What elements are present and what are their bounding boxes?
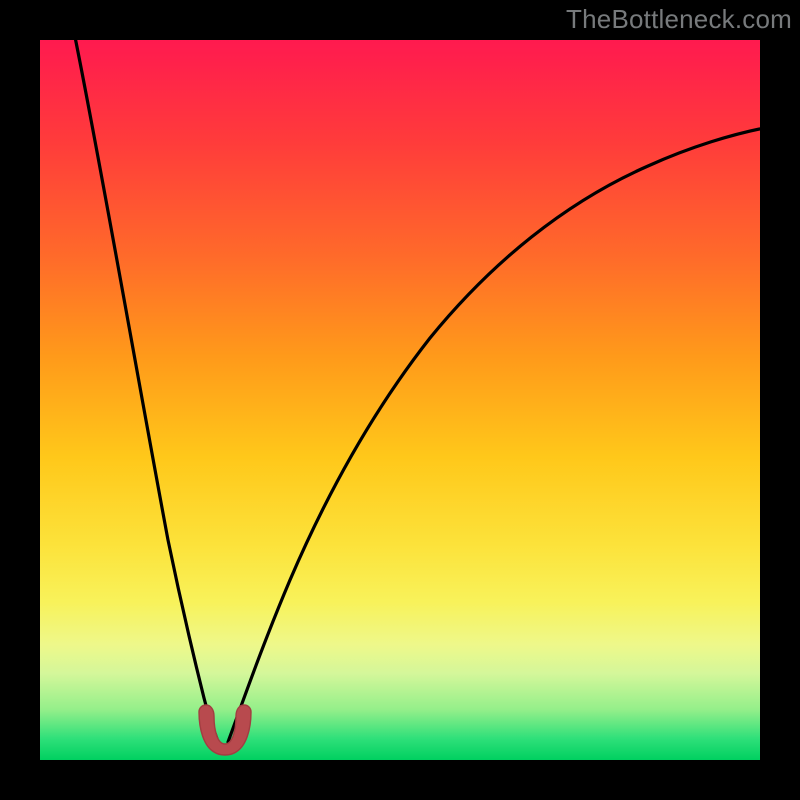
chart-frame: TheBottleneck.com	[0, 0, 800, 800]
curve-left-branch	[74, 32, 218, 742]
minimum-lobe	[199, 705, 251, 755]
watermark-text: TheBottleneck.com	[566, 4, 792, 35]
curve-right-branch	[228, 128, 764, 742]
curve-layer	[40, 40, 760, 760]
plot-area	[40, 40, 760, 760]
